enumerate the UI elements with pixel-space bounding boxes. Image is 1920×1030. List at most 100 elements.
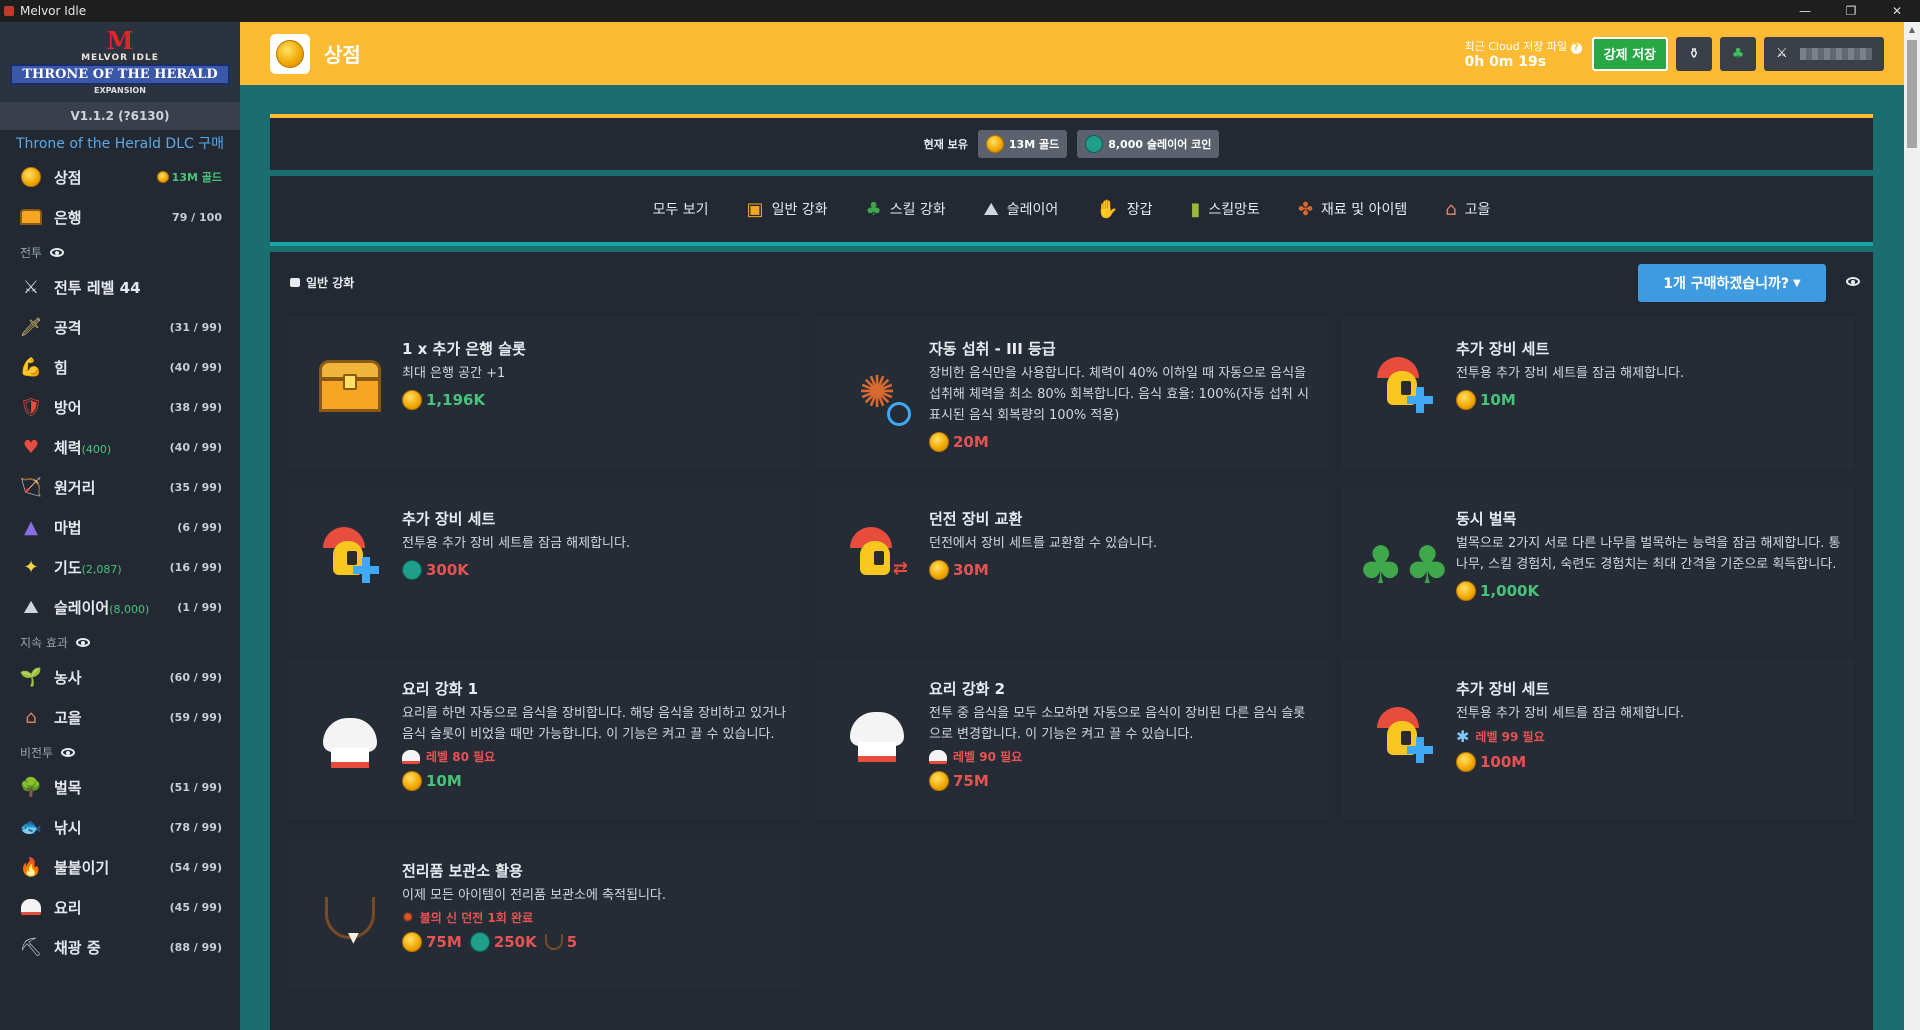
potion-button[interactable]: ⚱	[1676, 36, 1712, 71]
dlc-purchase-link[interactable]: Throne of the Herald DLC 구매	[0, 130, 240, 157]
help-icon[interactable]: ?	[1570, 42, 1582, 54]
page-header: 상점 최근 Cloud 저장 파일 ? 0h 0m 19s 강제 저장 ⚱ ♣ …	[240, 22, 1904, 85]
slayer-icon: ⛰	[23, 596, 39, 618]
glove-icon: ✋	[1096, 198, 1119, 220]
tab-slayer[interactable]: ⛰ 슬레이어	[984, 199, 1059, 220]
slayer-coin-icon	[402, 560, 422, 580]
sidebar-item-firemaking[interactable]: 🔥 불붙이기 (54 / 99)	[0, 847, 240, 887]
township-icon: ⌂	[1445, 198, 1457, 220]
shop-item-equipment-set-3[interactable]: 추가 장비 세트 전투용 추가 장비 세트를 잠금 해제합니다. ✱ 레벨 99 …	[1342, 658, 1854, 820]
shop-item-multi-tree[interactable]: ♣♣ 동시 벌목 벌목으로 2가지 서로 다른 나무를 벌목하는 능력을 잠금 …	[1342, 488, 1854, 640]
fire-dungeon-icon: ✹	[402, 909, 414, 926]
tab-general[interactable]: ▣ 일반 강화	[747, 199, 828, 220]
heart-icon: ♥	[22, 436, 40, 458]
close-button[interactable]: ✕	[1874, 0, 1920, 22]
shop-item-equipment-set-2[interactable]: 추가 장비 세트 전투용 추가 장비 세트를 잠금 해제합니다. 300K	[288, 488, 800, 640]
slayer-coin-icon	[469, 932, 490, 952]
township-icon: ⌂	[25, 706, 37, 728]
helmet-plus-icon	[1370, 352, 1438, 420]
fish-icon: 🐟	[19, 816, 43, 838]
sidebar-item-township[interactable]: ⌂ 고을 (59 / 99)	[0, 697, 240, 737]
coin-icon	[929, 432, 949, 452]
category-title: 일반 강화	[290, 274, 354, 291]
coin-icon	[156, 171, 169, 183]
sidebar-item-woodcutting[interactable]: 🌳 벌목 (51 / 99)	[0, 767, 240, 807]
app-icon	[4, 6, 14, 16]
slayer-coin-balance: 8,000 슬레이어 코인	[1077, 130, 1220, 158]
shield-icon: 🛡	[19, 396, 43, 418]
sidebar-item-magic[interactable]: ▲ 마법 (6 / 99)	[0, 507, 240, 547]
leather-icon: ✤	[1297, 198, 1314, 220]
tab-materials[interactable]: ✤ 재료 및 아이템	[1298, 199, 1407, 220]
sidebar-item-shop[interactable]: 상점 13M 골드	[0, 157, 240, 197]
scroll-up-icon[interactable]: ▲	[1904, 22, 1920, 38]
sidebar-item-attack[interactable]: 🗡 공격 (31 / 99)	[0, 307, 240, 347]
tab-township[interactable]: ⌂ 고을	[1445, 199, 1490, 220]
coin-icon	[929, 560, 949, 580]
sidebar-item-defence[interactable]: 🛡 방어 (38 / 99)	[0, 387, 240, 427]
eye-icon[interactable]	[50, 247, 65, 257]
shop-item-loot-container[interactable]: ▼ 전리품 보관소 활용 이제 모든 아이템이 전리품 보관소에 축적됩니다. …	[288, 840, 800, 990]
sidebar-item-mining[interactable]: ⛏ 채광 중 (88 / 99)	[0, 927, 240, 967]
restore-button[interactable]: ❐	[1828, 0, 1874, 22]
wizard-hat-icon: ▲	[24, 516, 38, 538]
tooth-necklace-icon: ▼	[316, 884, 384, 952]
sidebar-item-ranged[interactable]: 🏹 원거리 (35 / 99)	[0, 467, 240, 507]
sidebar-item-farming[interactable]: 🌱 농사 (60 / 99)	[0, 657, 240, 697]
arm-icon: 💪	[19, 356, 43, 378]
cape-icon: ▮	[1190, 198, 1201, 220]
chef-hat-icon	[316, 712, 384, 780]
trees-icon: ♣♣	[1357, 536, 1451, 596]
force-save-button[interactable]: 강제 저장	[1591, 36, 1668, 71]
sidebar: M MELVOR IDLE THRONE OF THE HERALD EXPAN…	[0, 22, 240, 1030]
tab-skillcapes[interactable]: ▮ 스킬망토	[1191, 199, 1260, 220]
potion-icon: ⚱	[1688, 45, 1700, 62]
eye-icon[interactable]	[75, 637, 90, 647]
shop-item-auto-eat-3[interactable]: ✺ 자동 섭취 - III 등급 장비한 음식만을 사용합니다. 체력이 40%…	[815, 318, 1327, 470]
sidebar-item-bank[interactable]: 은행 79 / 100	[0, 197, 240, 237]
tab-skill-upgrades[interactable]: ♣ 스킬 강화	[866, 199, 946, 220]
helmet-swap-icon: ⇄	[843, 522, 911, 590]
tab-gloves[interactable]: ✋ 장갑	[1096, 199, 1152, 220]
chest-icon: ▣	[746, 198, 764, 220]
page-scrollbar[interactable]: ▲	[1904, 22, 1920, 1030]
shop-item-cooking-upgrade-1[interactable]: 요리 강화 1 요리를 하면 자동으로 음식을 장비합니다. 해당 음식을 장비…	[288, 658, 800, 820]
shop-item-cooking-upgrade-2[interactable]: 요리 강화 2 전투 중 음식을 모두 소모하면 자동으로 음식이 장비된 다른…	[815, 658, 1327, 820]
shop-item-dungeon-swap[interactable]: ⇄ 던전 장비 교환 던전에서 장비 세트를 교환할 수 있습니다. 30M	[815, 488, 1327, 640]
leaf-icon: ♣	[1731, 45, 1745, 62]
summoning-button[interactable]: ♣	[1720, 36, 1756, 71]
section-passive: 지속 효과	[0, 627, 240, 657]
sidebar-item-strength[interactable]: 💪 힘 (40 / 99)	[0, 347, 240, 387]
sidebar-item-prayer[interactable]: ✦ 기도(2,087) (16 / 99)	[0, 547, 240, 587]
pickaxe-icon: ⛏	[19, 936, 43, 958]
scroll-thumb[interactable]	[1907, 40, 1917, 148]
sword-icon: 🗡	[19, 316, 43, 338]
shop-item-bank-slot[interactable]: 1 x 추가 은행 슬롯 최대 은행 공간 +1 1,196K	[288, 318, 800, 470]
gold-balance: 13M 골드	[977, 130, 1068, 158]
bag-icon	[290, 278, 300, 287]
tab-view-all[interactable]: 모두 보기	[653, 199, 709, 219]
eye-icon[interactable]	[61, 747, 76, 757]
coin-icon	[18, 164, 44, 190]
page-title: 상점	[324, 43, 361, 67]
shop-item-equipment-set-1[interactable]: 추가 장비 세트 전투용 추가 장비 세트를 잠금 해제합니다. 10M	[1342, 318, 1854, 470]
coin-icon	[270, 33, 310, 74]
slayer-coin-icon	[1085, 135, 1104, 153]
fire-icon: 🔥	[19, 856, 43, 878]
helmet-plus-icon	[316, 522, 384, 590]
game-logo[interactable]: M MELVOR IDLE THRONE OF THE HERALD EXPAN…	[0, 22, 240, 102]
coin-icon	[402, 390, 422, 410]
eye-icon[interactable]	[1846, 277, 1860, 286]
sidebar-item-cooking[interactable]: 요리 (45 / 99)	[0, 887, 240, 927]
chef-hat-icon	[402, 749, 420, 764]
coin-icon	[402, 932, 422, 952]
sidebar-item-fishing[interactable]: 🐟 낚시 (78 / 99)	[0, 807, 240, 847]
account-button[interactable]: ⚔	[1764, 36, 1884, 71]
section-combat: 전투	[0, 237, 240, 267]
sidebar-item-combat-level[interactable]: ⚔ 전투 레벨 44	[0, 267, 240, 307]
sidebar-item-slayer[interactable]: ⛰ 슬레이어(8,000) (1 / 99)	[0, 587, 240, 627]
buy-quantity-dropdown[interactable]: 1개 구매하겠습니까? ▼	[1638, 264, 1826, 302]
minimize-button[interactable]: —	[1782, 0, 1828, 22]
version-label: V1.1.2 (?6130)	[0, 102, 240, 130]
sidebar-item-hitpoints[interactable]: ♥ 체력(400) (40 / 99)	[0, 427, 240, 467]
